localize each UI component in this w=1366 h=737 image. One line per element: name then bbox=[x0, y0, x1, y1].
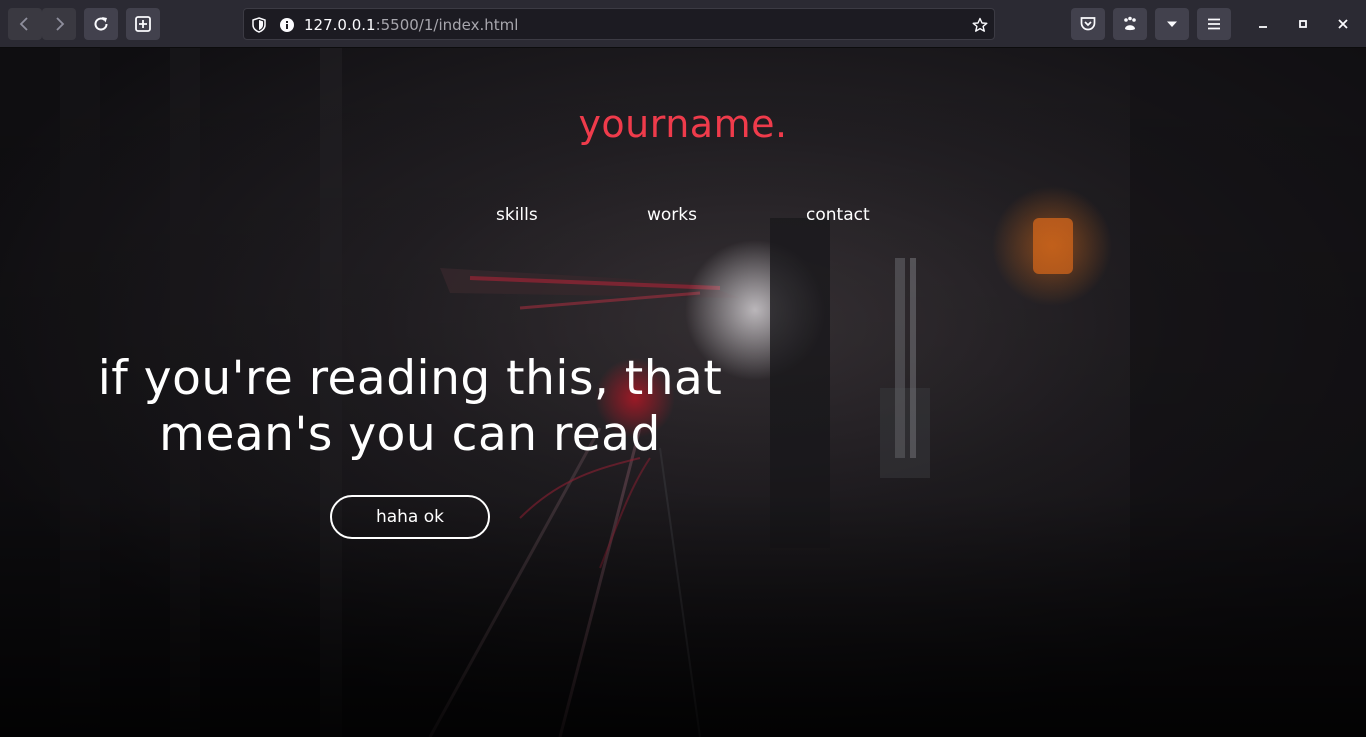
hero-headline-line-2: mean's you can read bbox=[159, 407, 661, 462]
caret-down-icon bbox=[1167, 21, 1177, 27]
pocket-button[interactable] bbox=[1071, 8, 1105, 40]
address-bar[interactable]: 127.0.0.1:5500/1/index.html bbox=[243, 8, 995, 40]
maximize-icon bbox=[1299, 20, 1307, 28]
new-tab-button[interactable] bbox=[126, 8, 160, 40]
maximize-button[interactable] bbox=[1293, 14, 1313, 34]
url-path: :5500/1/index.html bbox=[375, 16, 519, 34]
hero-headline-line-1: if you're reading this, that bbox=[97, 351, 723, 406]
hero-headline: if you're reading this, that mean's you … bbox=[60, 351, 760, 463]
back-button[interactable] bbox=[8, 8, 42, 40]
hamburger-icon bbox=[1208, 18, 1220, 30]
reload-button[interactable] bbox=[84, 8, 118, 40]
minimize-icon bbox=[1259, 26, 1267, 28]
shield-icon[interactable] bbox=[252, 17, 266, 33]
close-button[interactable] bbox=[1333, 14, 1353, 34]
url-host: 127.0.0.1 bbox=[304, 16, 376, 34]
downloads-button[interactable] bbox=[1155, 8, 1189, 40]
arrow-left-icon bbox=[19, 17, 28, 31]
browser-toolbar: 127.0.0.1:5500/1/index.html bbox=[0, 0, 1366, 48]
info-icon[interactable] bbox=[279, 17, 295, 33]
menu-button[interactable] bbox=[1197, 8, 1231, 40]
paw-icon bbox=[1124, 16, 1136, 31]
nav-link-contact[interactable]: contact bbox=[806, 205, 870, 225]
url-text[interactable]: 127.0.0.1:5500/1/index.html bbox=[304, 16, 518, 34]
minimize-button[interactable] bbox=[1253, 14, 1273, 34]
arrow-right-icon bbox=[56, 17, 65, 31]
close-icon bbox=[1338, 19, 1348, 29]
haha-ok-button[interactable]: haha ok bbox=[330, 495, 490, 539]
brand-logo[interactable]: yourname. bbox=[0, 102, 1366, 146]
nav-link-skills[interactable]: skills bbox=[496, 205, 538, 225]
page-viewport: yourname. skills works contact if you're… bbox=[0, 48, 1366, 737]
extension-button[interactable] bbox=[1113, 8, 1147, 40]
reload-icon bbox=[94, 17, 108, 31]
plus-square-icon bbox=[135, 16, 151, 32]
pocket-icon bbox=[1080, 17, 1096, 31]
star-icon[interactable] bbox=[972, 17, 988, 33]
nav-link-works[interactable]: works bbox=[647, 205, 697, 225]
forward-button[interactable] bbox=[42, 8, 76, 40]
